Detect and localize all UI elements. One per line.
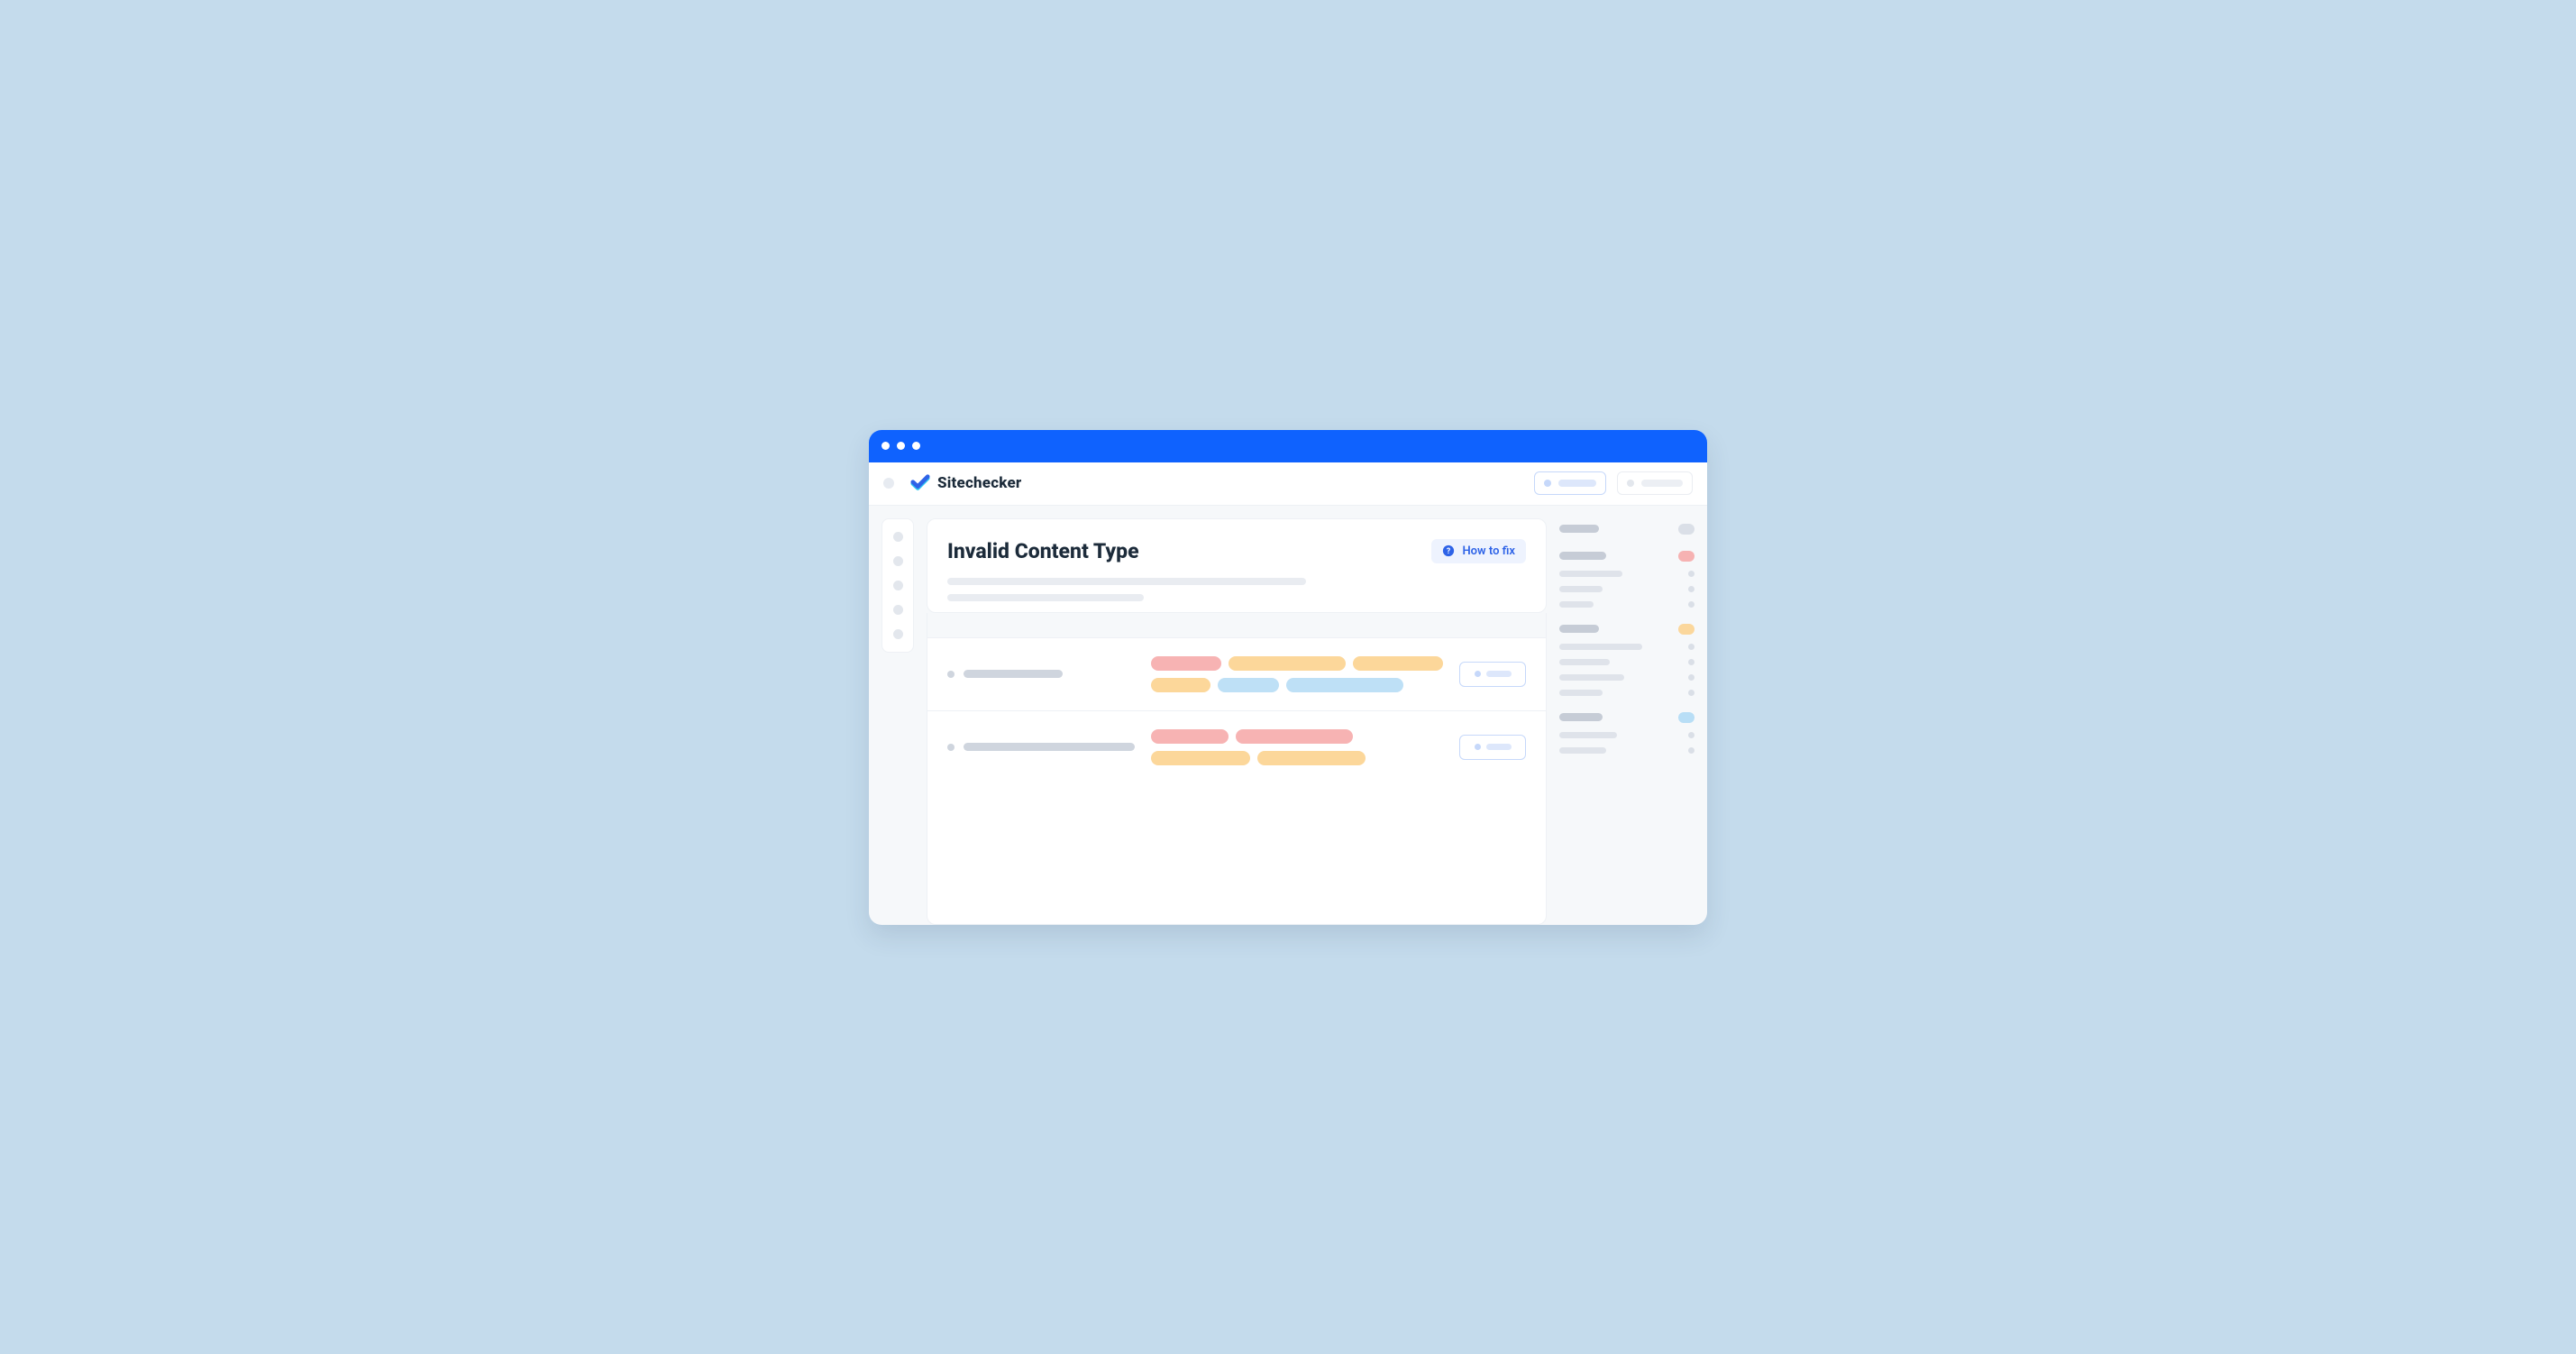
issue-card: Invalid Content Type ? How to fix bbox=[927, 518, 1547, 613]
summary-item[interactable] bbox=[1559, 690, 1694, 696]
list-row[interactable] bbox=[927, 638, 1546, 711]
topbar: Sitechecker bbox=[869, 462, 1707, 506]
summary-group-head[interactable] bbox=[1559, 551, 1694, 562]
nav-item[interactable] bbox=[893, 556, 903, 566]
summary-item[interactable] bbox=[1559, 644, 1694, 650]
tag-pill bbox=[1151, 656, 1221, 671]
summary-item[interactable] bbox=[1559, 601, 1694, 608]
tag-pill bbox=[1353, 656, 1443, 671]
left-nav-rail bbox=[882, 518, 914, 653]
summary-group bbox=[1559, 624, 1694, 696]
row-url bbox=[947, 743, 1137, 751]
row-url bbox=[947, 670, 1137, 678]
tag-pill bbox=[1151, 729, 1229, 744]
tag-pill bbox=[1257, 751, 1366, 765]
brand-logo[interactable]: Sitechecker bbox=[910, 473, 1021, 493]
status-badge bbox=[1678, 712, 1694, 723]
placeholder-line bbox=[947, 594, 1144, 601]
nav-item[interactable] bbox=[893, 605, 903, 615]
status-badge bbox=[1678, 524, 1694, 535]
summary-group bbox=[1559, 524, 1694, 535]
summary-group bbox=[1559, 551, 1694, 608]
menu-toggle[interactable] bbox=[883, 478, 894, 489]
summary-item[interactable] bbox=[1559, 586, 1694, 592]
body-area: Invalid Content Type ? How to fix bbox=[869, 506, 1707, 925]
nav-item[interactable] bbox=[893, 532, 903, 542]
nav-item[interactable] bbox=[893, 629, 903, 639]
tag-pill bbox=[1286, 678, 1403, 692]
tag-pill bbox=[1218, 678, 1279, 692]
tag-pill bbox=[1151, 678, 1210, 692]
list-header-spacer bbox=[927, 613, 1546, 638]
summary-group-head[interactable] bbox=[1559, 624, 1694, 635]
window-titlebar bbox=[869, 430, 1707, 462]
summary-sidebar bbox=[1559, 518, 1694, 754]
topbar-secondary-button[interactable] bbox=[1617, 471, 1693, 495]
tag-pill bbox=[1151, 751, 1250, 765]
summary-group bbox=[1559, 712, 1694, 754]
row-tags bbox=[1151, 729, 1445, 765]
summary-item[interactable] bbox=[1559, 732, 1694, 738]
list-row[interactable] bbox=[927, 711, 1546, 783]
brand-name: Sitechecker bbox=[937, 474, 1021, 492]
summary-group-head[interactable] bbox=[1559, 524, 1694, 535]
status-badge bbox=[1678, 624, 1694, 635]
summary-item[interactable] bbox=[1559, 747, 1694, 754]
svg-text:?: ? bbox=[1447, 547, 1451, 556]
tag-pill bbox=[1236, 729, 1353, 744]
summary-item[interactable] bbox=[1559, 674, 1694, 681]
summary-item[interactable] bbox=[1559, 571, 1694, 577]
row-tags bbox=[1151, 656, 1445, 692]
help-icon: ? bbox=[1442, 544, 1455, 557]
page-title: Invalid Content Type bbox=[947, 539, 1420, 563]
how-to-fix-label: How to fix bbox=[1462, 544, 1515, 558]
tag-pill bbox=[1229, 656, 1346, 671]
issue-description bbox=[947, 578, 1526, 601]
topbar-primary-button[interactable] bbox=[1534, 471, 1606, 495]
checkmark-logo-icon bbox=[910, 473, 930, 493]
main-column: Invalid Content Type ? How to fix bbox=[927, 518, 1547, 925]
window-control-minimize[interactable] bbox=[897, 442, 905, 450]
summary-item[interactable] bbox=[1559, 659, 1694, 665]
summary-group-head[interactable] bbox=[1559, 712, 1694, 723]
nav-item[interactable] bbox=[893, 581, 903, 590]
window-control-maximize[interactable] bbox=[912, 442, 920, 450]
app-window: Sitechecker Invalid Content Type bbox=[869, 430, 1707, 925]
row-action-button[interactable] bbox=[1459, 735, 1526, 760]
placeholder-line bbox=[947, 578, 1306, 585]
row-action-button[interactable] bbox=[1459, 662, 1526, 687]
window-control-close[interactable] bbox=[882, 442, 890, 450]
issue-list bbox=[927, 613, 1547, 925]
status-badge bbox=[1678, 551, 1694, 562]
how-to-fix-button[interactable]: ? How to fix bbox=[1431, 539, 1526, 563]
